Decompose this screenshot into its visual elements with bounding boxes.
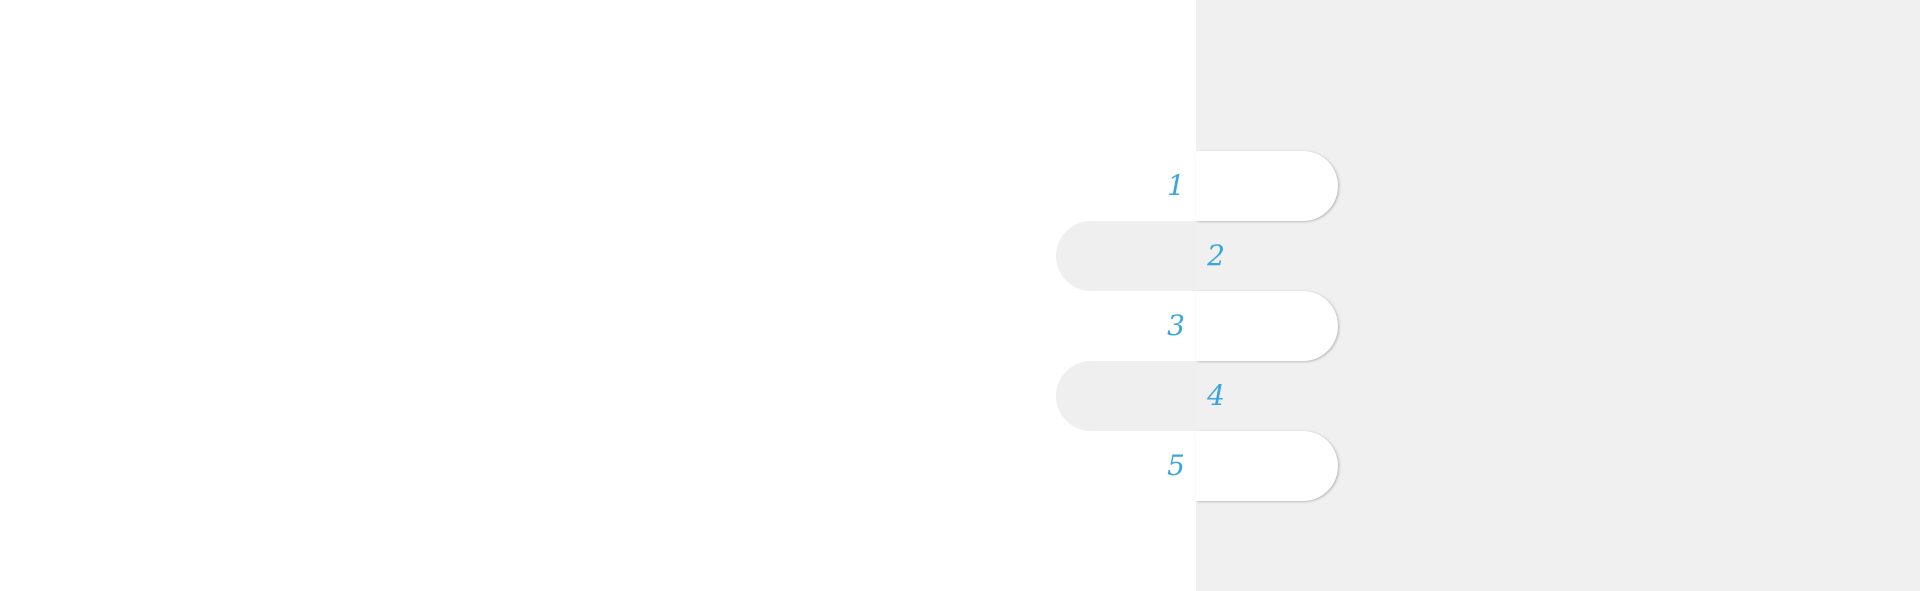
step-5-tab[interactable]: 5 — [1167, 431, 1338, 501]
step-3-tab[interactable]: 3 — [1167, 291, 1338, 361]
step-1-tab[interactable]: 1 — [1167, 151, 1338, 221]
step-2-number: 2 — [1207, 239, 1225, 272]
step-5-number: 5 — [1167, 449, 1185, 482]
step-1-number: 1 — [1167, 169, 1185, 202]
page-canvas: 1 2 3 4 5 — [0, 0, 1920, 591]
step-4-number: 4 — [1207, 379, 1225, 412]
step-3-number: 3 — [1167, 309, 1185, 342]
step-2-tab[interactable]: 2 — [1056, 221, 1225, 291]
step-4-tab[interactable]: 4 — [1056, 361, 1225, 431]
